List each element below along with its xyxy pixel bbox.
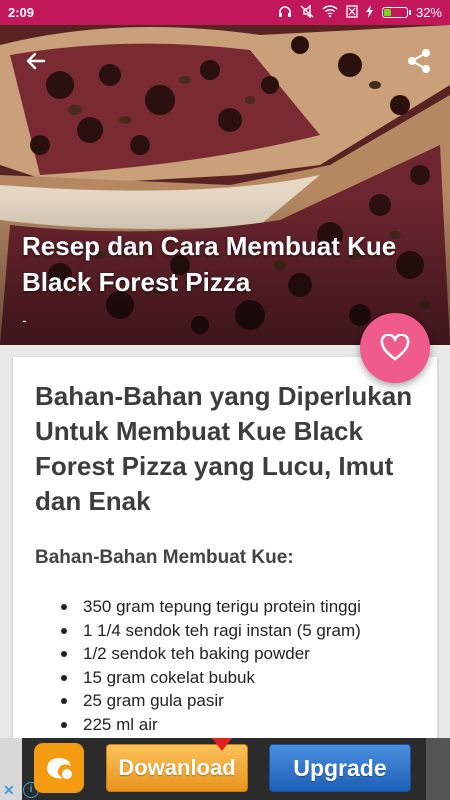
status-icons: 32%: [278, 4, 442, 20]
charging-icon: [365, 5, 374, 20]
heart-outline-icon: [380, 334, 410, 361]
list-item: 1/2 sendok teh baking powder: [35, 642, 415, 666]
hero-title: Resep dan Cara Membuat Kue Black Forest …: [22, 231, 397, 297]
mute-icon: [300, 4, 314, 20]
headphones-icon: [278, 5, 292, 20]
share-button[interactable]: [404, 45, 436, 77]
ingredients-list: 350 gram tepung terigu protein tinggi 1 …: [35, 595, 415, 736]
battery-percent: 32%: [415, 5, 442, 20]
hero-subtitle: -: [22, 312, 27, 328]
download-button[interactable]: Dowanload: [106, 744, 248, 792]
battery-fill: [383, 9, 391, 16]
ad-banner[interactable]: ✕ i Dowanload Upgrade: [0, 738, 450, 800]
list-item: 225 ml air: [35, 713, 415, 737]
close-icon[interactable]: ✕: [3, 782, 15, 799]
favorite-button[interactable]: [360, 313, 430, 383]
uc-browser-logo-icon[interactable]: [34, 743, 84, 793]
list-item: 15 gram cokelat bubuk: [35, 666, 415, 690]
list-item: 25 gram gula pasir: [35, 689, 415, 713]
ad-right-strip: [426, 738, 450, 800]
arrow-down-icon: [212, 738, 232, 751]
status-bar: 2:09 32%: [0, 0, 450, 25]
sim-icon: [346, 5, 358, 20]
article-card: Bahan-Bahan yang Diperlukan Untuk Membua…: [13, 357, 437, 757]
section-title: Bahan-Bahan Membuat Kue:: [35, 547, 294, 568]
back-button[interactable]: [20, 45, 52, 77]
wifi-icon: [322, 5, 338, 20]
article-title: Bahan-Bahan yang Diperlukan Untuk Membua…: [35, 381, 413, 516]
upgrade-button[interactable]: Upgrade: [269, 744, 411, 792]
arrow-left-icon: [26, 52, 46, 70]
share-icon: [408, 49, 430, 73]
battery-icon: [381, 7, 411, 18]
hero-image: Resep dan Cara Membuat Kue Black Forest …: [0, 25, 450, 345]
list-item: 350 gram tepung terigu protein tinggi: [35, 595, 415, 619]
list-item: 1 1/4 sendok teh ragi instan (5 gram): [35, 619, 415, 643]
status-time: 2:09: [8, 5, 35, 20]
